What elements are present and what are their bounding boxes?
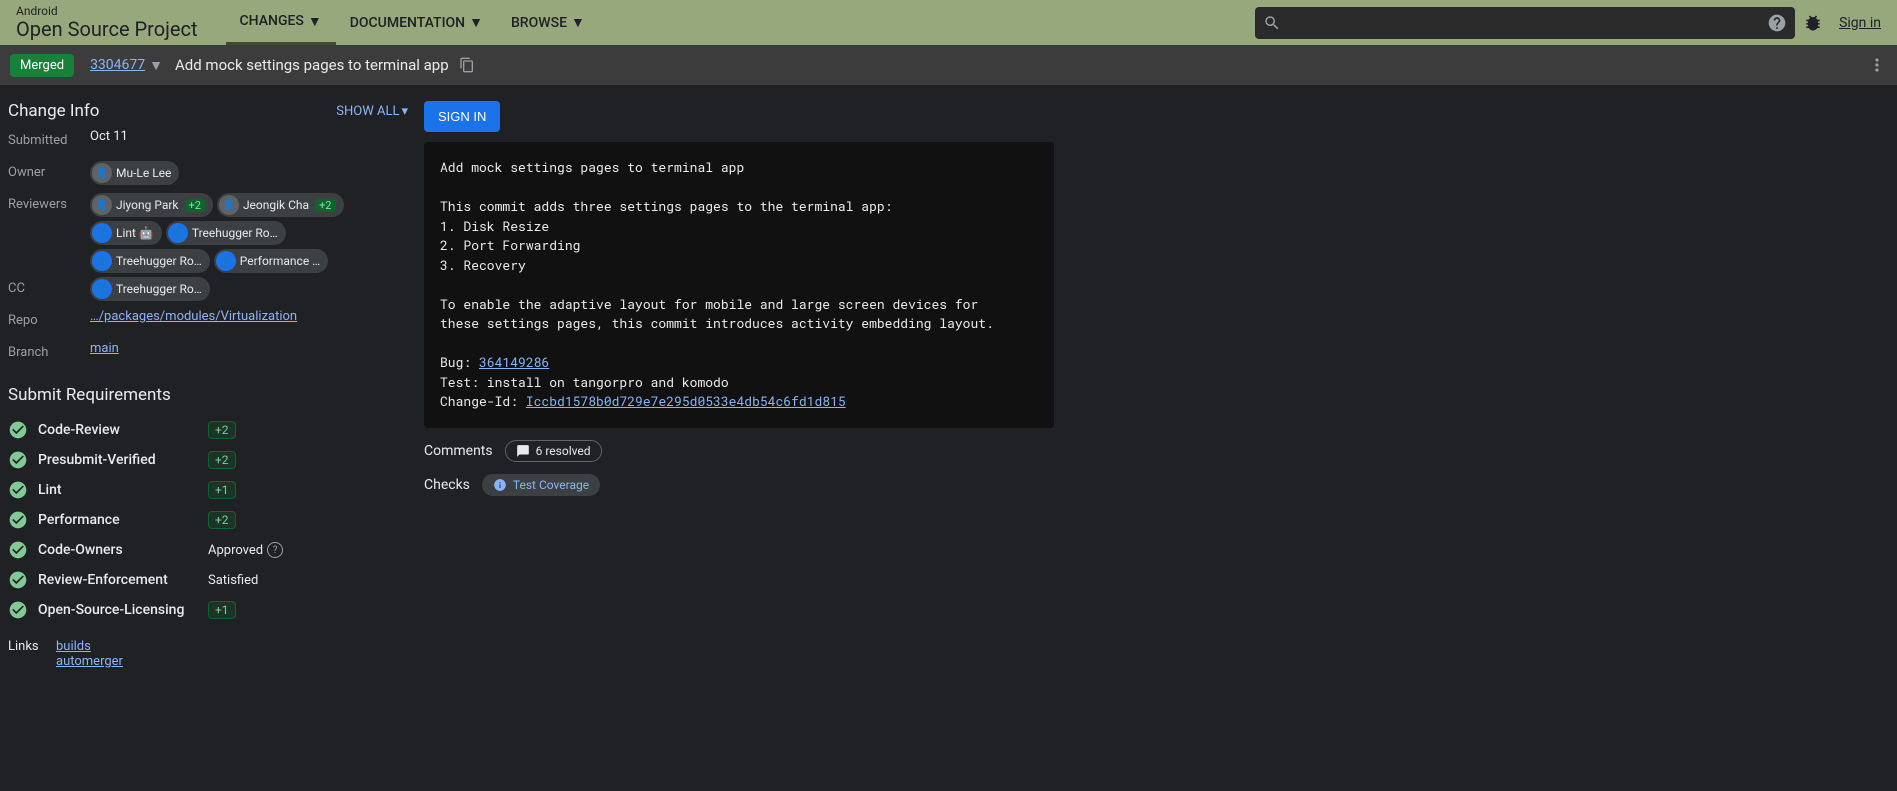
changeid-link[interactable]: Iccbd1578b0d729e7e295d0533e4db54c6fd1d81… (526, 392, 846, 410)
check-icon (8, 570, 28, 590)
reviewers-label: Reviewers (8, 193, 90, 212)
avatar: 👤 (168, 223, 188, 243)
search-box[interactable] (1255, 7, 1795, 39)
requirement-row: Lint+1 (8, 475, 408, 505)
more-icon[interactable] (1867, 55, 1887, 75)
owner-chip[interactable]: 👤Mu-Le Lee (90, 161, 179, 185)
tab-changes[interactable]: CHANGES▼ (226, 0, 336, 45)
reviewer-chip[interactable]: 👤Lint 🤖 (90, 221, 162, 245)
bug-link[interactable]: 364149286 (479, 353, 549, 371)
avatar: 👤 (216, 251, 236, 271)
avatar: 👤 (92, 163, 112, 183)
requirement-row: Code-Review+2 (8, 415, 408, 445)
comments-row: Comments 6 resolved (424, 440, 1054, 462)
change-info-title: Change Info (8, 101, 99, 121)
vote-badge[interactable]: +2 (208, 511, 236, 529)
submitted-label: Submitted (8, 129, 90, 148)
repo-link[interactable]: …/packages/modules/Virtualization (90, 309, 297, 324)
status-badge: Merged (10, 54, 74, 77)
comment-icon (516, 444, 530, 458)
requirement-row: Performance+2 (8, 505, 408, 535)
tab-documentation[interactable]: DOCUMENTATION▼ (336, 0, 497, 45)
nav-tabs: CHANGES▼ DOCUMENTATION▼ BROWSE▼ (226, 0, 599, 45)
vote-badge[interactable]: +2 (208, 421, 236, 439)
requirement-row: Presubmit-Verified+2 (8, 445, 408, 475)
bug-icon[interactable] (1803, 13, 1823, 33)
avatar: 👤 (92, 279, 112, 299)
copy-icon[interactable] (459, 57, 475, 73)
reviewer-chip[interactable]: 👤Treehugger Ro… (90, 249, 210, 273)
subheader: Merged 3304677 ▼ Add mock settings pages… (0, 45, 1897, 85)
check-icon (8, 480, 28, 500)
links-label: Links (8, 639, 56, 669)
show-all-button[interactable]: SHOW ALL ▾ (336, 104, 408, 119)
check-icon (8, 420, 28, 440)
link-automerger[interactable]: automerger (56, 654, 123, 669)
checks-pill[interactable]: Test Coverage (482, 474, 600, 496)
submit-requirements-title: Submit Requirements (8, 385, 408, 405)
check-icon (8, 450, 28, 470)
avatar: 👤 (92, 195, 112, 215)
header-right: Sign in (1255, 7, 1889, 39)
logo-big: Open Source Project (16, 18, 198, 40)
search-input[interactable] (1287, 15, 1761, 31)
requirement-row: Open-Source-Licensing+1 (8, 595, 408, 625)
chevron-down-icon: ▼ (469, 14, 483, 31)
info-icon (493, 478, 507, 492)
vote-badge: +2 (315, 199, 335, 212)
signin-link[interactable]: Sign in (1839, 15, 1881, 31)
chevron-down-icon: ▼ (308, 13, 322, 30)
chevron-down-icon[interactable]: ▼ (149, 57, 163, 74)
comments-resolved-pill[interactable]: 6 resolved (505, 440, 602, 462)
check-icon (8, 540, 28, 560)
submitted-value: Oct 11 (90, 129, 408, 144)
check-icon (8, 510, 28, 530)
links-row: Links builds automerger (8, 639, 408, 669)
signin-button[interactable]: SIGN IN (424, 101, 500, 132)
branch-label: Branch (8, 341, 90, 360)
owner-label: Owner (8, 161, 90, 180)
branch-link[interactable]: main (90, 341, 119, 356)
avatar: 👤 (92, 251, 112, 271)
help-icon[interactable] (1767, 13, 1787, 33)
reviewer-chip[interactable]: 👤Jiyong Park+2 (90, 193, 213, 217)
checks-label: Checks (424, 477, 470, 493)
tab-browse[interactable]: BROWSE▼ (497, 0, 599, 45)
search-icon (1263, 14, 1281, 32)
comments-label: Comments (424, 443, 493, 459)
help-icon[interactable]: ? (267, 542, 283, 558)
vote-badge[interactable]: +1 (208, 481, 236, 499)
link-builds[interactable]: builds (56, 639, 123, 654)
checks-row: Checks Test Coverage (424, 474, 1054, 496)
avatar: 👤 (219, 195, 239, 215)
left-column: Change Info SHOW ALL ▾ SubmittedOct 11 O… (8, 101, 408, 669)
avatar: 👤 (92, 223, 112, 243)
main-content: Change Info SHOW ALL ▾ SubmittedOct 11 O… (0, 85, 1897, 685)
vote-badge[interactable]: +1 (208, 601, 236, 619)
top-header: Android Open Source Project CHANGES▼ DOC… (0, 0, 1897, 45)
change-number[interactable]: 3304677 (90, 57, 145, 73)
reviewer-chip[interactable]: 👤Jeongik Cha+2 (217, 193, 344, 217)
chevron-down-icon: ▾ (401, 104, 408, 119)
repo-label: Repo (8, 309, 90, 328)
reviewer-chip[interactable]: 👤Performance … (214, 249, 328, 273)
right-column: SIGN IN Add mock settings pages to termi… (424, 101, 1054, 669)
reviewer-chip[interactable]: 👤Treehugger Ro… (166, 221, 286, 245)
cc-chip[interactable]: 👤Treehugger Ro… (90, 277, 210, 301)
chevron-down-icon: ▼ (571, 14, 585, 31)
requirement-row: Code-OwnersApproved? (8, 535, 408, 565)
check-icon (8, 600, 28, 620)
requirement-row: Review-EnforcementSatisfied (8, 565, 408, 595)
cc-label: CC (8, 277, 90, 296)
vote-badge: +2 (185, 199, 205, 212)
commit-message: Add mock settings pages to terminal app … (424, 142, 1054, 428)
change-title: Add mock settings pages to terminal app (175, 56, 449, 74)
vote-badge[interactable]: +2 (208, 451, 236, 469)
logo[interactable]: Android Open Source Project (8, 5, 206, 40)
